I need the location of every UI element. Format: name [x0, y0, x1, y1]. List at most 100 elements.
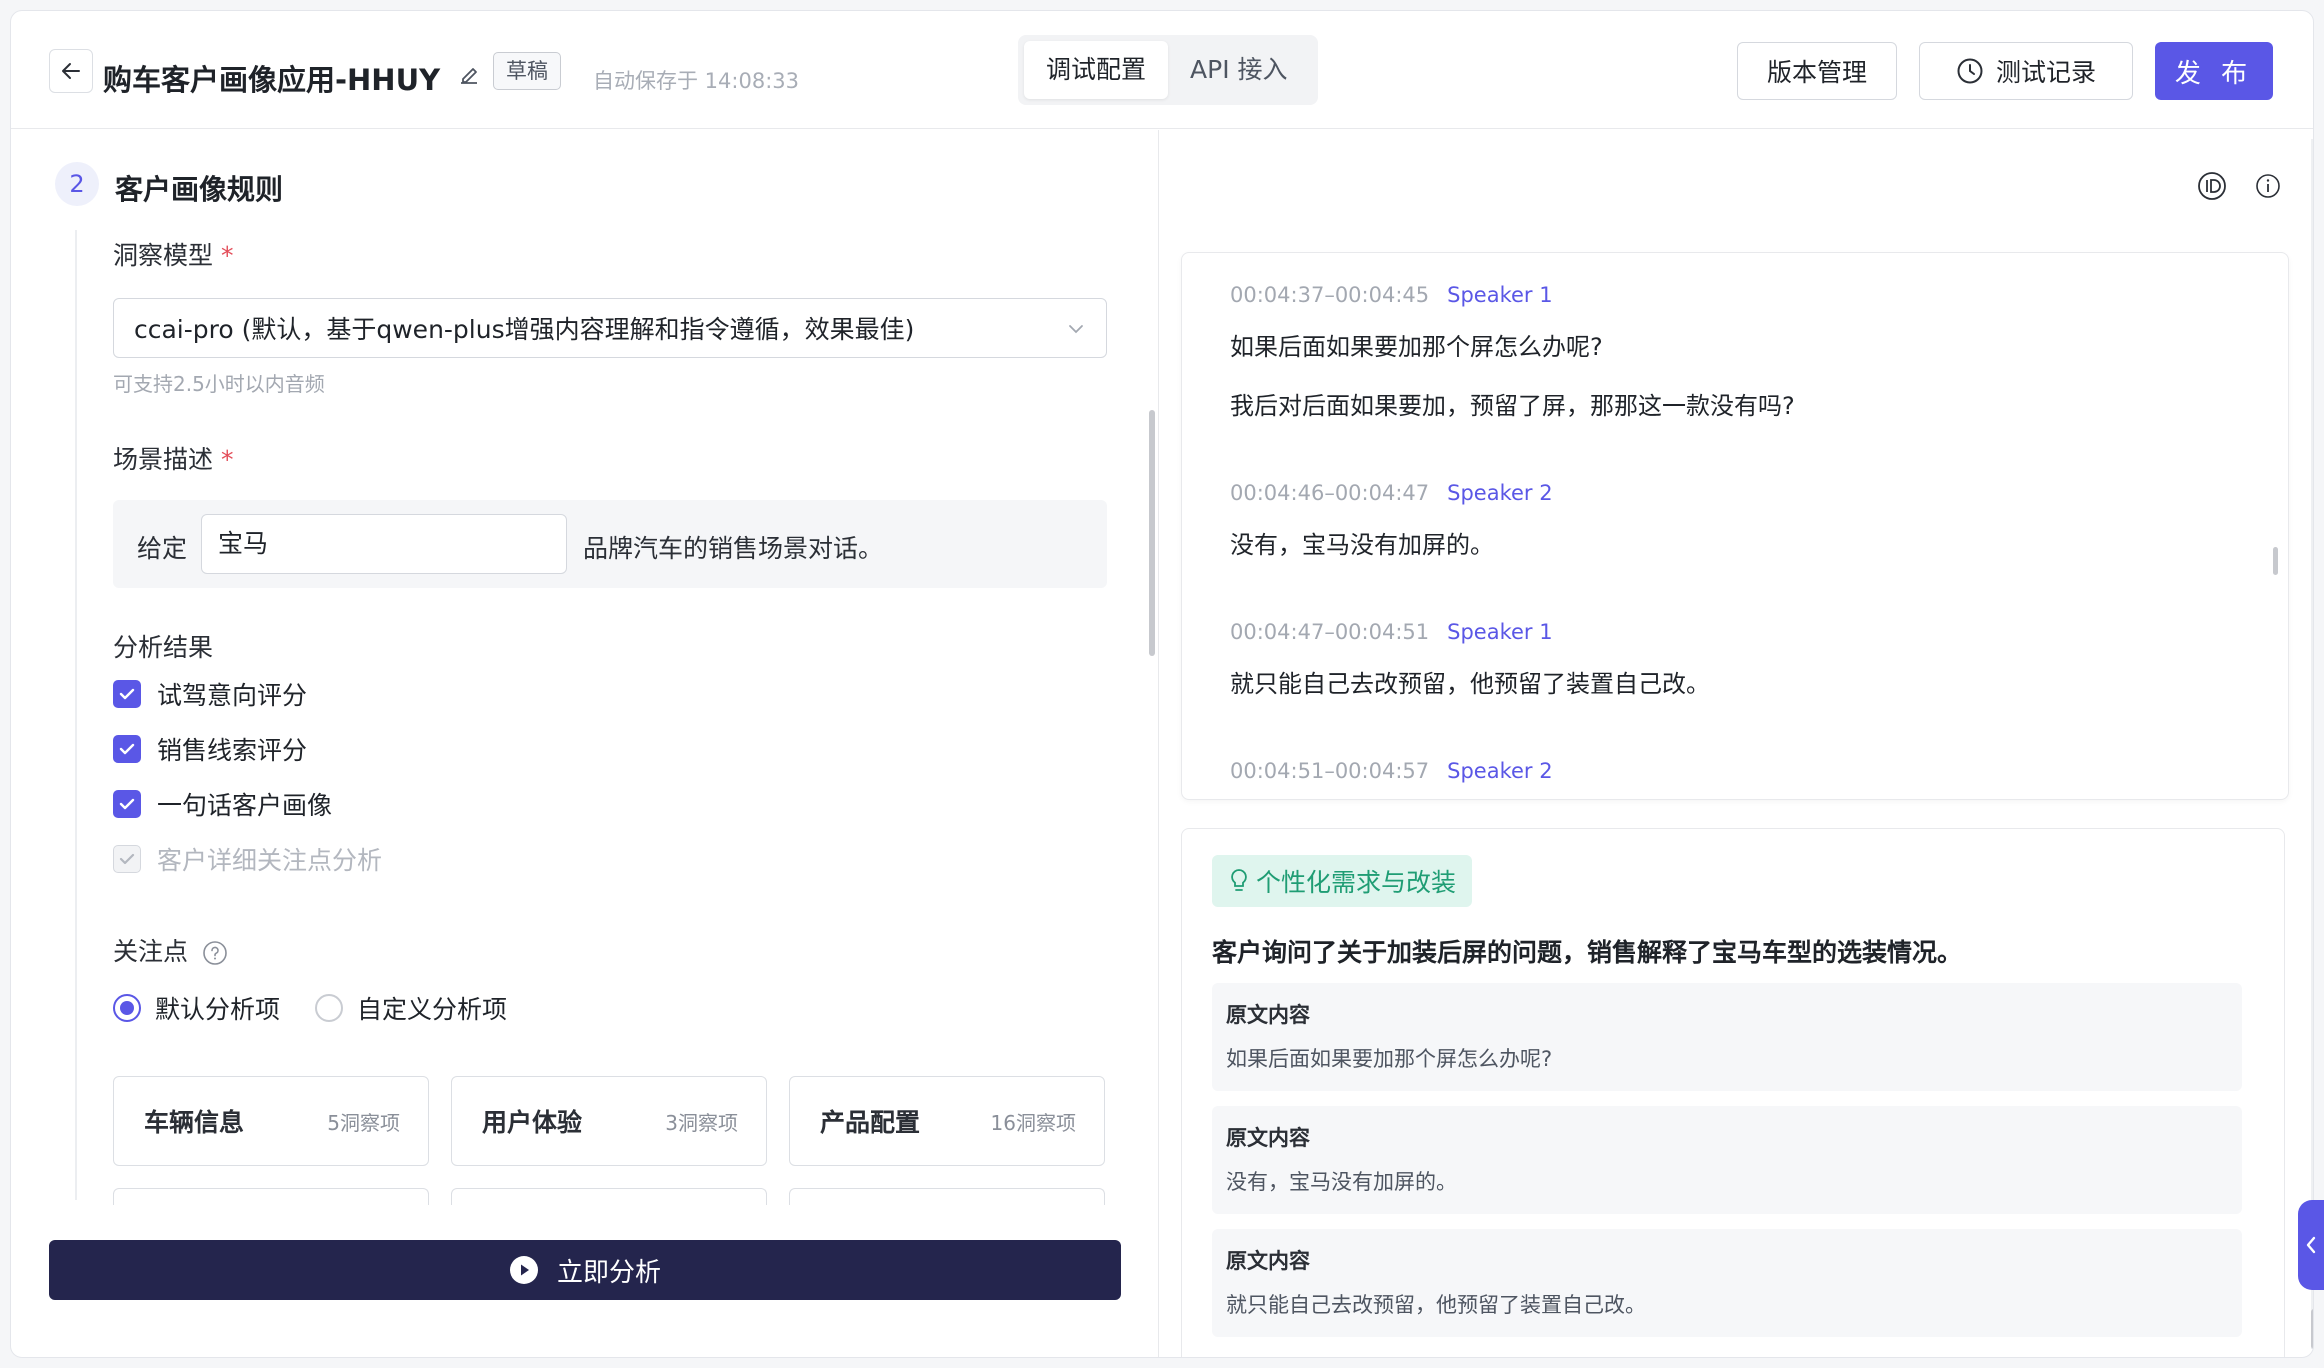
section-title: 客户画像规则	[115, 173, 284, 206]
scroll-fade	[81, 1205, 1141, 1245]
checkbox-test-drive-score[interactable]: 试驾意向评分	[113, 677, 307, 711]
focus-label: 关注点	[113, 932, 228, 968]
quote-body: 如果后面如果要加那个屏怎么办呢?	[1226, 1047, 1553, 1071]
category-count: 16洞察项	[990, 1110, 1076, 1135]
radio-unselected[interactable]	[315, 994, 343, 1022]
right-toolbar	[2197, 171, 2281, 201]
checkbox-checked-disabled	[113, 845, 141, 873]
segment-text: 没有，宝马没有加屏的。	[1230, 531, 1494, 559]
info-icon[interactable]	[2255, 171, 2281, 201]
tab-debug-config[interactable]: 调试配置	[1024, 41, 1169, 99]
analyze-now-label: 立即分析	[556, 1257, 661, 1288]
model-label-text: 洞察模型	[113, 241, 214, 270]
quote-block: 原文内容 没有，宝马没有加屏的。	[1212, 1106, 2242, 1214]
check-icon	[119, 853, 135, 865]
quote-block: 原文内容 就只能自己去改预留，他预留了装置自己改。	[1212, 1229, 2242, 1337]
radio-custom-analysis[interactable]: 自定义分析项	[315, 990, 507, 1026]
quote-body: 没有，宝马没有加屏的。	[1226, 1170, 1457, 1194]
segment-speaker: Speaker 2	[1447, 481, 1553, 505]
category-name: 用户体验	[482, 1108, 583, 1137]
radio-label: 自定义分析项	[357, 995, 508, 1024]
quote-title: 原文内容	[1226, 1003, 1310, 1027]
checkbox-label: 一句话客户画像	[157, 791, 333, 820]
segment-speaker: Speaker 1	[1447, 620, 1553, 644]
category-card-user-experience[interactable]: 用户体验 3洞察项	[451, 1076, 767, 1166]
publish-button[interactable]: 发 布	[2155, 42, 2273, 100]
id-icon[interactable]	[2197, 171, 2227, 201]
transcript-scrollbar[interactable]	[2273, 547, 2278, 575]
segment-time: 00:04:51–00:04:57	[1230, 759, 1430, 783]
left-scrollbar[interactable]	[1149, 410, 1155, 656]
side-panel-toggle[interactable]	[2298, 1200, 2324, 1290]
quote-block: 原文内容 如果后面如果要加那个屏怎么办呢?	[1212, 983, 2242, 1091]
segment-time: 00:04:47–00:04:51	[1230, 620, 1430, 644]
top-bar: 购车客户画像应用-HHUY 草稿 自动保存于 14:08:33 调试配置 API…	[11, 11, 2313, 129]
check-icon	[119, 798, 135, 810]
lightbulb-icon	[1231, 869, 1247, 891]
category-card-product-config[interactable]: 产品配置 16洞察项	[789, 1076, 1105, 1166]
back-arrow-icon	[62, 63, 80, 79]
quote-title: 原文内容	[1226, 1249, 1310, 1273]
version-management-button[interactable]: 版本管理	[1737, 42, 1897, 100]
checkbox-one-line-profile[interactable]: 一句话客户画像	[113, 787, 332, 821]
checkbox-sales-lead-score[interactable]: 销售线索评分	[113, 732, 307, 766]
quote-title: 原文内容	[1226, 1126, 1310, 1150]
required-mark: *	[221, 241, 234, 270]
play-icon	[509, 1256, 538, 1284]
help-icon[interactable]	[202, 940, 228, 966]
checkbox-checked[interactable]	[113, 790, 141, 818]
autosave-text: 自动保存于 14:08:33	[593, 69, 799, 93]
mode-tabs: 调试配置 API 接入	[1018, 35, 1318, 105]
category-name: 产品配置	[820, 1108, 921, 1137]
chevron-left-icon	[2306, 1236, 2316, 1254]
checkbox-label: 客户详细关注点分析	[157, 846, 383, 875]
checkbox-label: 销售线索评分	[157, 736, 308, 765]
required-mark: *	[221, 445, 234, 474]
scene-label: 场景描述 *	[113, 440, 234, 476]
step-number: 2	[55, 162, 99, 206]
back-button[interactable]	[49, 49, 93, 93]
segment-speaker: Speaker 2	[1447, 759, 1553, 783]
tab-api-access[interactable]: API 接入	[1168, 41, 1310, 99]
checkbox-checked[interactable]	[113, 680, 141, 708]
segment-header: 00:04:47–00:04:51 Speaker 1	[1230, 620, 1553, 644]
edit-icon[interactable]	[457, 63, 481, 87]
model-hint: 可支持2.5小时以内音频	[113, 372, 325, 396]
segment-speaker: Speaker 1	[1447, 283, 1553, 307]
segment-text: 我后对后面如果要加，预留了屏，那那这一款没有吗?	[1230, 392, 1795, 420]
analysis-result-label: 分析结果	[113, 633, 214, 662]
check-icon	[119, 688, 135, 700]
radio-selected[interactable]	[113, 994, 141, 1022]
brand-input[interactable]: 宝马	[201, 514, 567, 574]
category-card-vehicle-info[interactable]: 车辆信息 5洞察项	[113, 1076, 429, 1166]
category-name: 车辆信息	[144, 1108, 245, 1137]
checkbox-detailed-focus-analysis: 客户详细关注点分析	[113, 842, 382, 876]
segment-text: 如果后面如果要加那个屏怎么办呢?	[1230, 333, 1603, 361]
scrollbar-thumb[interactable]	[2311, 1309, 2313, 1349]
segment-text: 就只能自己去改预留，他预留了装置自己改。	[1230, 670, 1710, 698]
test-record-button[interactable]: 测试记录	[1919, 42, 2133, 100]
clock-icon	[1957, 58, 1983, 84]
config-panel: 2 客户画像规则 洞察模型 * ccai-pro (默认，基于qwen-plus增…	[11, 130, 1159, 1357]
insight-tag-label: 个性化需求与改装	[1256, 868, 1457, 897]
category-count: 5洞察项	[327, 1110, 400, 1135]
segment-header: 00:04:37–00:04:45 Speaker 1	[1230, 283, 1553, 307]
segment-header: 00:04:51–00:04:57 Speaker 2	[1230, 759, 1553, 783]
scene-prefix: 给定	[137, 534, 188, 563]
step-connector	[75, 230, 77, 1200]
segment-time: 00:04:46–00:04:47	[1230, 481, 1430, 505]
checkbox-checked[interactable]	[113, 735, 141, 763]
model-select[interactable]: ccai-pro (默认，基于qwen-plus增强内容理解和指令遵循，效果最佳…	[113, 298, 1107, 358]
insight-tag: 个性化需求与改装	[1212, 855, 1473, 907]
transcript-panel[interactable]: 00:04:37–00:04:45 Speaker 1 如果后面如果要加那个屏怎么…	[1181, 252, 2289, 800]
checkbox-label: 试驾意向评分	[157, 681, 308, 710]
analyze-now-button[interactable]: 立即分析	[49, 1240, 1121, 1300]
scene-suffix: 品牌汽车的销售场景对话。	[583, 534, 884, 563]
quote-body: 就只能自己去改预留，他预留了装置自己改。	[1226, 1293, 1646, 1317]
radio-label: 默认分析项	[155, 995, 281, 1024]
right-scrollbar[interactable]	[2311, 139, 2313, 1349]
segment-header: 00:04:46–00:04:47 Speaker 2	[1230, 481, 1553, 505]
check-icon	[119, 743, 135, 755]
radio-default-analysis[interactable]: 默认分析项	[113, 990, 280, 1026]
test-record-label: 测试记录	[1995, 58, 2096, 87]
